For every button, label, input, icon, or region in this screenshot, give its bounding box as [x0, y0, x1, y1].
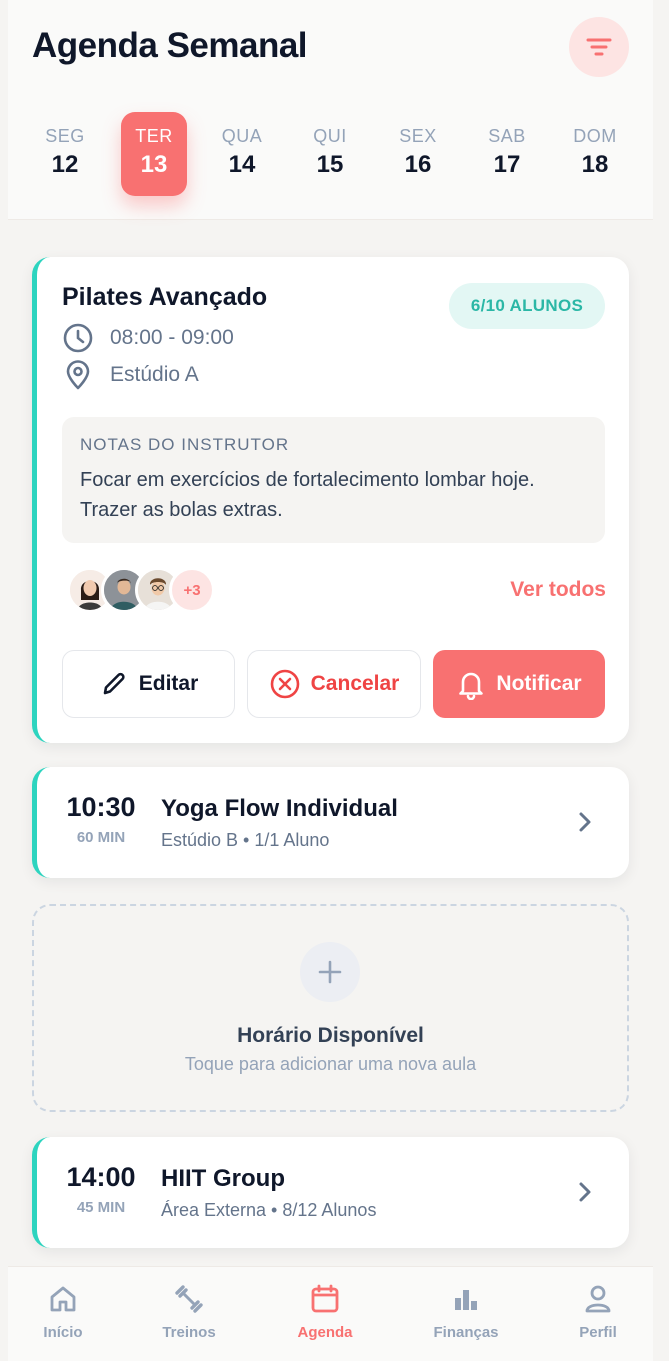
day-dom[interactable]: DOM 18: [562, 112, 628, 196]
nav-item-treinos[interactable]: Treinos: [134, 1267, 244, 1361]
class-location-row: Estúdio A: [62, 358, 199, 392]
class-duration: 60 MIN: [76, 829, 126, 846]
notify-label: Notificar: [496, 672, 582, 695]
cancel-button[interactable]: Cancelar: [247, 650, 421, 718]
notify-button[interactable]: Notificar: [433, 650, 605, 718]
class-start-time: 10:30: [66, 792, 136, 822]
empty-slot-subtitle: Toque para adicionar uma nova aula: [184, 1054, 477, 1074]
day-name: SEX: [399, 126, 437, 146]
class-card-featured[interactable]: Pilates Avançado 6/10 ALUNOS 08:00 - 09:…: [32, 257, 629, 743]
filter-button[interactable]: [569, 17, 629, 77]
more-students-count: +3: [169, 567, 215, 613]
nav-label: Início: [43, 1324, 83, 1341]
class-card[interactable]: 14:00 45 MIN HIIT Group Área Externa • 8…: [32, 1137, 629, 1248]
home-icon: [50, 1286, 76, 1312]
class-time-block: 14:00 45 MIN: [61, 1162, 141, 1216]
day-qua[interactable]: QUA 14: [209, 112, 275, 196]
edit-label: Editar: [138, 672, 199, 695]
capacity-badge: 6/10 ALUNOS: [449, 283, 605, 329]
nav-item-perfil[interactable]: Perfil: [543, 1267, 653, 1361]
day-number: 15: [316, 151, 344, 178]
day-name: QUI: [313, 126, 347, 146]
x-circle-icon: [270, 669, 299, 699]
student-avatars[interactable]: +3: [67, 567, 227, 613]
location-pin-icon: [66, 360, 90, 390]
nav-item-agenda[interactable]: Agenda: [270, 1267, 380, 1361]
class-title: Pilates Avançado: [62, 283, 268, 311]
class-subtitle: Estúdio B • 1/1 Aluno: [161, 830, 330, 850]
nav-label: Perfil: [579, 1324, 617, 1341]
notes-text: Focar em exercícios de fortalecimento lo…: [80, 469, 535, 521]
day-name: SEG: [45, 126, 85, 146]
class-time: 08:00 - 09:00: [110, 326, 234, 349]
day-ter[interactable]: TER 13: [121, 112, 187, 196]
class-card[interactable]: 10:30 60 MIN Yoga Flow Individual Estúdi…: [32, 767, 629, 878]
nav-item-inicio[interactable]: Início: [8, 1267, 118, 1361]
day-name: TER: [135, 126, 173, 146]
calendar-icon: [311, 1284, 339, 1313]
header: Agenda Semanal SEG 12 TER 13 QUA 14 QUI …: [8, 0, 653, 220]
day-name: DOM: [573, 126, 617, 146]
dumbbell-icon: [175, 1285, 203, 1313]
class-title: HIIT Group: [161, 1165, 285, 1192]
page-title: Agenda Semanal: [32, 26, 308, 65]
day-sex[interactable]: SEX 16: [385, 112, 451, 196]
class-time-row: 08:00 - 09:00: [62, 321, 234, 355]
pencil-icon: [103, 672, 125, 695]
day-sab[interactable]: SAB 17: [474, 112, 540, 196]
class-subtitle: Área Externa • 8/12 Alunos: [161, 1200, 377, 1220]
notes-label: NOTAS DO INSTRUTOR: [80, 435, 290, 454]
class-duration: 45 MIN: [76, 1199, 126, 1216]
day-number: 18: [581, 151, 609, 178]
add-class-slot[interactable]: Horário Disponível Toque para adicionar …: [32, 904, 629, 1112]
see-all-link[interactable]: Ver todos: [510, 578, 606, 602]
class-start-time: 14:00: [66, 1162, 136, 1192]
plus-icon: [318, 960, 342, 984]
nav-label: Finanças: [433, 1324, 499, 1341]
day-name: SAB: [488, 126, 526, 146]
day-qui[interactable]: QUI 15: [297, 112, 363, 196]
day-number: 14: [228, 151, 256, 178]
nav-label: Agenda: [297, 1324, 353, 1341]
chevron-right-icon: [579, 1182, 591, 1202]
day-number: 16: [404, 151, 432, 178]
day-number: 13: [140, 151, 168, 178]
empty-slot-title: Horário Disponível: [237, 1024, 424, 1047]
chevron-right-icon: [579, 812, 591, 832]
user-icon: [585, 1285, 611, 1313]
day-name: QUA: [221, 126, 263, 146]
week-day-selector: SEG 12 TER 13 QUA 14 QUI 15 SEX 16 SAB 1…: [8, 112, 653, 196]
bottom-nav: Início Treinos Agenda Finanças Perfil: [8, 1266, 653, 1361]
bar-chart-icon: [455, 1290, 477, 1310]
cancel-label: Cancelar: [310, 672, 400, 695]
nav-label: Treinos: [162, 1324, 216, 1341]
day-number: 17: [493, 151, 521, 178]
nav-item-financas[interactable]: Finanças: [411, 1267, 521, 1361]
instructor-notes: NOTAS DO INSTRUTOR Focar em exercícios d…: [62, 417, 605, 543]
edit-button[interactable]: Editar: [62, 650, 235, 718]
class-title: Yoga Flow Individual: [161, 795, 398, 822]
class-time-block: 10:30 60 MIN: [61, 792, 141, 846]
bell-icon: [459, 672, 484, 700]
day-number: 12: [51, 151, 79, 178]
add-class-button[interactable]: [300, 942, 360, 1002]
clock-icon: [63, 323, 93, 353]
filter-icon: [586, 38, 612, 56]
day-seg[interactable]: SEG 12: [32, 112, 98, 196]
class-location: Estúdio A: [110, 363, 199, 386]
